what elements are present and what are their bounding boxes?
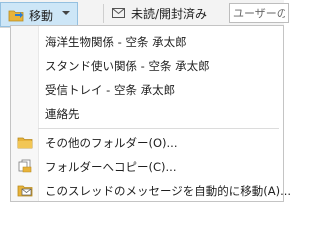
envelope-icon	[112, 8, 125, 18]
menu-item-label: その他のフォルダー(O)...	[45, 136, 178, 150]
toolbar-divider	[103, 4, 104, 23]
menu-item-other-folder[interactable]: その他のフォルダー(O)...	[11, 131, 283, 153]
move-folder-icon	[8, 10, 24, 22]
chevron-down-icon	[62, 11, 70, 15]
menu-item-recent-folder[interactable]: 海洋生物関係 - 空条 承太郎	[11, 30, 283, 52]
ribbon-toolbar: 移動 未読/開封済み	[0, 0, 289, 28]
menu-item-label: フォルダーへコピー(C)...	[45, 160, 177, 174]
menu-item-recent-folder[interactable]: 連絡先	[11, 102, 283, 124]
copy-to-folder-icon	[18, 159, 32, 173]
menu-item-label: このスレッドのメッセージを自動的に移動(A)...	[45, 184, 292, 198]
people-search-box[interactable]	[229, 3, 289, 23]
move-button[interactable]: 移動	[0, 2, 78, 27]
menu-item-label: 連絡先	[45, 107, 80, 121]
menu-item-label: スタンド使い関係 - 空条 承太郎	[45, 59, 210, 73]
menu-item-recent-folder[interactable]: 受信トレイ - 空条 承太郎	[11, 78, 283, 100]
menu-item-label: 海洋生物関係 - 空条 承太郎	[45, 35, 187, 49]
menu-item-copy-to-folder[interactable]: フォルダーへコピー(C)...	[11, 155, 283, 177]
people-search-input[interactable]	[230, 4, 288, 22]
unread-read-label: 未読/開封済み	[131, 7, 208, 21]
folder-icon	[17, 137, 33, 149]
auto-move-thread-icon	[17, 185, 33, 197]
menu-item-label: 受信トレイ - 空条 承太郎	[45, 83, 176, 97]
move-button-label: 移動	[29, 9, 54, 23]
menu-item-auto-move-thread[interactable]: このスレッドのメッセージを自動的に移動(A)...	[11, 179, 291, 201]
menu-separator	[38, 128, 279, 129]
menu-item-recent-folder[interactable]: スタンド使い関係 - 空条 承太郎	[11, 54, 283, 76]
move-dropdown-menu: 海洋生物関係 - 空条 承太郎 スタンド使い関係 - 空条 承太郎 受信トレイ …	[10, 25, 291, 202]
